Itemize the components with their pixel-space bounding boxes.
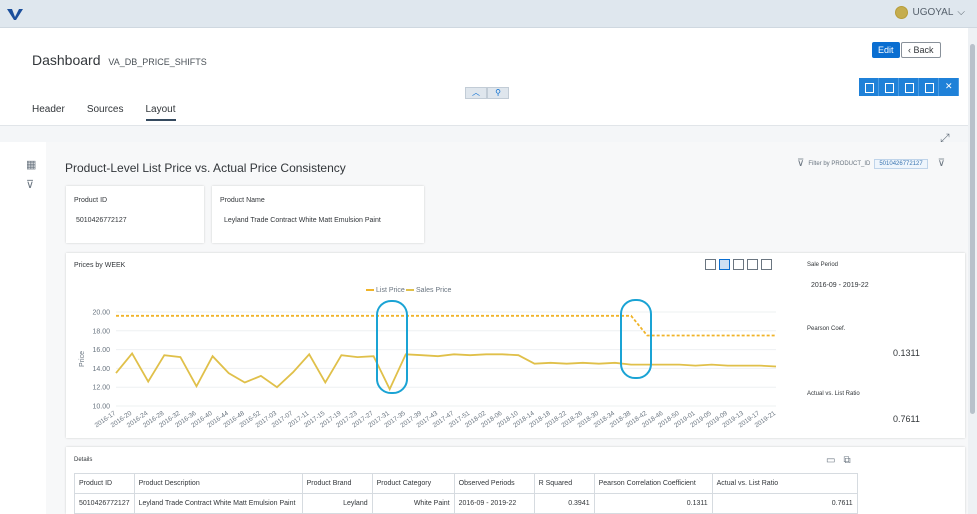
select-icon[interactable] bbox=[719, 259, 730, 270]
shell-bar: UGOYAL ⌵ bbox=[0, 0, 977, 28]
table-row[interactable]: 5010426772127 Leyland Trade Contract Whit… bbox=[74, 493, 858, 514]
desktop-preview-icon[interactable] bbox=[919, 78, 939, 96]
filter-icon[interactable]: ⊽ bbox=[797, 158, 804, 169]
legend-label: List Price bbox=[376, 287, 405, 294]
price-line-chart: List Price Sales Price 20.00 18.00 16.00 14.… bbox=[79, 287, 777, 429]
back-button-label: Back bbox=[913, 45, 934, 55]
ratio-label: Actual vs. List Ratio bbox=[807, 391, 860, 397]
tab-sources[interactable]: Sources bbox=[87, 104, 124, 121]
page-subtitle: VA_DB_PRICE_SHIFTS bbox=[108, 57, 207, 67]
dashboard-content-title: Product-Level List Price vs. Actual Pric… bbox=[65, 161, 346, 175]
object-header: Dashboard VA_DB_PRICE_SHIFTS Edit ‹ Back… bbox=[0, 28, 968, 126]
product-id-value: 5010426772127 bbox=[76, 217, 127, 224]
export-icon[interactable]: ⧉ bbox=[843, 455, 850, 466]
sale-period-value: 2016-09 - 2019-22 bbox=[811, 282, 869, 289]
chart-toolbar bbox=[705, 259, 772, 270]
ratio-value: 0.7611 bbox=[893, 414, 920, 424]
collapse-header-icon[interactable]: ︿ bbox=[465, 87, 487, 99]
device-preview-toolbar bbox=[859, 78, 959, 96]
y-tick-label: 16.00 bbox=[92, 347, 110, 354]
column-header[interactable]: Actual vs. List Ratio bbox=[711, 473, 858, 494]
table-cell: 5010426772127 bbox=[74, 493, 135, 514]
grid-layout-icon[interactable]: ▦ bbox=[26, 158, 36, 171]
tablet-preview-icon[interactable] bbox=[879, 78, 899, 96]
header-tabs: Header Sources Layout bbox=[32, 104, 176, 121]
column-header[interactable]: Product Category bbox=[371, 473, 455, 494]
series-line bbox=[115, 351, 777, 392]
table-cell: Leyland bbox=[301, 493, 373, 514]
y-axis-label: Price bbox=[79, 351, 86, 367]
tab-layout[interactable]: Layout bbox=[145, 104, 176, 121]
series-line bbox=[116, 314, 776, 337]
zoom-out-icon[interactable] bbox=[747, 259, 758, 270]
column-header[interactable]: Pearson Correlation Coefficient bbox=[593, 473, 713, 494]
close-preview-icon[interactable] bbox=[939, 78, 959, 96]
export-icon[interactable] bbox=[761, 259, 772, 270]
chevron-down-icon: ⌵ bbox=[957, 7, 965, 18]
filter-bar: ⊽ Filter by PRODUCT_ID 5010426772127 ⊽ bbox=[797, 158, 945, 169]
edit-button[interactable]: Edit bbox=[872, 42, 900, 58]
y-tick-label: 18.00 bbox=[92, 328, 110, 335]
back-button[interactable]: ‹ Back bbox=[901, 42, 941, 58]
user-menu[interactable]: UGOYAL ⌵ bbox=[895, 6, 965, 19]
product-id-card: Product ID 5010426772127 bbox=[66, 186, 204, 243]
table-view-icon[interactable]: ▭ bbox=[826, 455, 835, 466]
table-cell: 0.3941 bbox=[533, 493, 595, 514]
column-header[interactable]: R Squared bbox=[533, 473, 595, 494]
zoom-extent-icon[interactable] bbox=[705, 259, 716, 270]
y-tick-label: 14.00 bbox=[92, 366, 110, 373]
table-cell: White Paint bbox=[371, 493, 455, 514]
product-name-value: Leyland Trade Contract White Matt Emulsi… bbox=[224, 217, 381, 224]
legend-label: Sales Price bbox=[416, 287, 452, 294]
header-collapse-controls: ︿ ⚲ bbox=[465, 87, 509, 99]
column-header[interactable]: Observed Periods bbox=[453, 473, 535, 494]
table-cell: 2016-09 - 2019-22 bbox=[453, 493, 535, 514]
laptop-preview-icon[interactable] bbox=[899, 78, 919, 96]
sale-period-label: Sale Period bbox=[807, 262, 839, 268]
y-tick-label: 20.00 bbox=[92, 310, 110, 317]
tab-header[interactable]: Header bbox=[32, 104, 65, 121]
pearson-value: 0.1311 bbox=[893, 348, 920, 358]
table-cell: 0.1311 bbox=[593, 493, 713, 514]
pearson-label: Pearson Coef. bbox=[807, 326, 846, 332]
y-tick-label: 10.00 bbox=[92, 404, 110, 411]
product-name-card: Product Name Leyland Trade Contract Whit… bbox=[212, 186, 424, 243]
user-name: UGOYAL bbox=[912, 7, 954, 18]
filter-chip[interactable]: 5010426772127 bbox=[874, 158, 928, 169]
filter-label: Filter by PRODUCT_ID bbox=[808, 160, 871, 167]
column-header[interactable]: Product Description bbox=[133, 473, 303, 494]
details-toolbar: ▭ ⧉ bbox=[826, 455, 851, 466]
details-table: Product ID Product Description Product Bra… bbox=[74, 473, 858, 514]
column-header[interactable]: Product Brand bbox=[301, 473, 373, 494]
details-title: Details bbox=[74, 457, 93, 463]
avatar bbox=[895, 6, 909, 19]
page-scrollbar-thumb[interactable] bbox=[970, 44, 975, 414]
chart-title: Prices by WEEK bbox=[74, 262, 126, 269]
product-id-label: Product ID bbox=[74, 197, 108, 204]
page-title: Dashboard VA_DB_PRICE_SHIFTS bbox=[32, 52, 207, 68]
clear-filter-icon[interactable]: ⊽ bbox=[938, 158, 945, 169]
table-cell: 0.7611 bbox=[711, 493, 858, 514]
pin-header-icon[interactable]: ⚲ bbox=[487, 87, 509, 99]
table-cell: Leyland Trade Contract White Matt Emulsi… bbox=[133, 493, 303, 514]
chevron-left-icon: ‹ bbox=[908, 45, 911, 55]
y-tick-label: 12.00 bbox=[92, 385, 110, 392]
vendor-logo-icon[interactable] bbox=[6, 6, 24, 22]
highlight-annotation bbox=[376, 300, 408, 394]
column-header[interactable]: Product ID bbox=[74, 473, 135, 494]
zoom-in-icon[interactable] bbox=[733, 259, 744, 270]
phone-preview-icon[interactable] bbox=[859, 78, 879, 96]
left-rail: ▦ ⊽ bbox=[0, 142, 46, 514]
product-name-label: Product Name bbox=[220, 197, 265, 204]
page-title-text: Dashboard bbox=[32, 52, 101, 68]
filter-icon[interactable]: ⊽ bbox=[26, 178, 34, 191]
